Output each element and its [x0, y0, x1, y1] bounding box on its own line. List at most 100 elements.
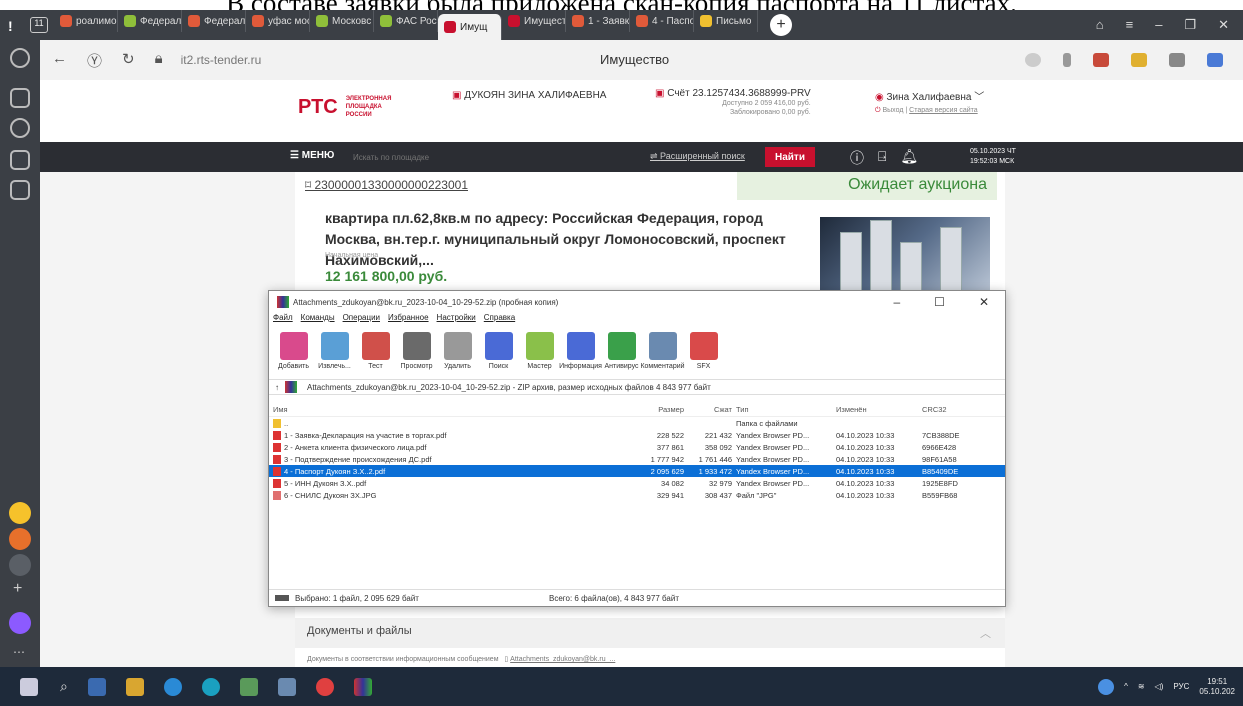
- winrar-menu-item[interactable]: Избранное: [388, 313, 429, 327]
- account-block[interactable]: ▣ Счёт 23.1257434.3688999-PRV Доступно 2…: [655, 88, 811, 117]
- close-button[interactable]: ✕: [1218, 17, 1229, 33]
- toolbar-button[interactable]: Мастер: [519, 327, 560, 370]
- tray-chevron-icon[interactable]: ^: [1124, 682, 1128, 691]
- mail-icon[interactable]: [9, 528, 31, 550]
- messenger-icon[interactable]: [9, 554, 31, 576]
- winrar-close-button[interactable]: ✕: [979, 295, 989, 309]
- menu-button[interactable]: ☰ МЕНЮ: [290, 150, 334, 161]
- documents-section[interactable]: Документы и файлы ︿: [295, 618, 1005, 648]
- history-icon[interactable]: [10, 48, 30, 68]
- tab-counter[interactable]: 11: [30, 17, 48, 33]
- calculator-icon[interactable]: [87, 677, 106, 696]
- user-block[interactable]: ◉ Зина Халифаевна ﹀ ⏻ Выход | Старая вер…: [875, 88, 984, 115]
- new-tab-button[interactable]: +: [770, 14, 792, 36]
- col-size[interactable]: Размер: [619, 405, 684, 414]
- attachment-link[interactable]: Attachments_zdukoyan@bk.ru_...: [510, 656, 615, 663]
- reader-icon[interactable]: [1025, 53, 1041, 67]
- org-name[interactable]: ▣ ДУКОЯН ЗИНА ХАЛИФАЕВНА: [452, 90, 606, 101]
- gallery-icon[interactable]: [10, 180, 30, 200]
- browser-logo-icon[interactable]: !: [8, 18, 22, 34]
- winrar-taskbar-icon[interactable]: [353, 677, 372, 696]
- menu-icon[interactable]: ≡: [1126, 17, 1134, 33]
- col-crc[interactable]: CRC32: [918, 405, 978, 414]
- maximize-button[interactable]: ❐: [1184, 17, 1196, 33]
- file-explorer-icon[interactable]: [125, 677, 144, 696]
- clock[interactable]: 19:51 05.10.202: [1199, 677, 1235, 697]
- toolbar-button[interactable]: Извлечь...: [314, 327, 355, 370]
- volume-icon[interactable]: ◁): [1155, 682, 1164, 691]
- winrar-menu-item[interactable]: Файл: [273, 313, 293, 327]
- up-arrow-icon[interactable]: ↑: [275, 383, 279, 392]
- download-icon[interactable]: [1207, 53, 1223, 67]
- pin-icon[interactable]: ⌂: [1096, 17, 1104, 33]
- browser-tab[interactable]: 1 - Заявк: [566, 10, 630, 32]
- more-icon[interactable]: ⋯: [13, 645, 25, 659]
- tabs-icon[interactable]: [10, 150, 30, 170]
- browser-tab[interactable]: уфас мос: [246, 10, 310, 32]
- table-row[interactable]: 4 - Паспорт Дукоян З.Х..2.pdf 2 095 629 …: [269, 465, 1005, 477]
- weather-icon[interactable]: [1098, 678, 1115, 695]
- language-indicator[interactable]: РУС: [1173, 682, 1189, 691]
- info-icon[interactable]: ⓘ: [850, 148, 864, 168]
- search-input[interactable]: [345, 147, 825, 167]
- lot-photo[interactable]: [820, 217, 990, 292]
- winrar-minimize-button[interactable]: –: [893, 295, 900, 309]
- paint-icon[interactable]: [277, 677, 296, 696]
- browser-tab[interactable]: роалимо: [54, 10, 118, 32]
- media-icon[interactable]: [10, 118, 30, 138]
- puzzle-icon[interactable]: [1169, 53, 1185, 67]
- table-row[interactable]: 5 - ИНН Дукоян З.Х..pdf 34 082 32 979 Ya…: [269, 477, 1005, 489]
- bell-icon[interactable]: 🔔︎: [900, 148, 918, 168]
- winrar-pathbar[interactable]: ↑ Attachments_zdukoyan@bk.ru_2023-10-04_…: [269, 379, 1005, 395]
- minimize-button[interactable]: –: [1155, 17, 1162, 33]
- col-modified[interactable]: Изменён: [832, 405, 918, 414]
- browser-tab[interactable]: Московс: [310, 10, 374, 32]
- winrar-menu-item[interactable]: Операции: [343, 313, 380, 327]
- toolbar-button[interactable]: Антивирус: [601, 327, 642, 370]
- reload-button[interactable]: ↻: [122, 50, 135, 71]
- lot-description[interactable]: квартира пл.62,8кв.м по адресу: Российск…: [325, 208, 815, 271]
- exit-icon[interactable]: ⍈: [878, 148, 886, 168]
- toolbar-button[interactable]: Тест: [355, 327, 396, 370]
- col-type[interactable]: Тип: [732, 405, 832, 414]
- browser-tab[interactable]: Федерал: [182, 10, 246, 32]
- rts-logo[interactable]: РТС ЭЛЕКТРОННАЯ ПЛОЩАДКА РОССИИ: [298, 95, 406, 119]
- winrar-menu-item[interactable]: Справка: [484, 313, 515, 327]
- search-icon[interactable]: ⌕: [60, 678, 68, 695]
- table-row[interactable]: 3 - Подтверждение происхождения ДС.pdf 1…: [269, 453, 1005, 465]
- battery-icon[interactable]: [1131, 53, 1147, 67]
- old-site-link[interactable]: Старая версия сайта: [909, 107, 978, 114]
- browser-tab[interactable]: Письмо: [694, 10, 758, 32]
- extension-icon[interactable]: [1093, 53, 1109, 67]
- table-row[interactable]: .. Папка с файлами: [269, 417, 1005, 429]
- browser-tab[interactable]: Федерал: [118, 10, 182, 32]
- url-field[interactable]: it2.rts-tender.ru: [181, 53, 262, 67]
- collections-icon[interactable]: [10, 88, 30, 108]
- toolbar-button[interactable]: Информация: [559, 327, 602, 370]
- toolbar-button[interactable]: Добавить: [273, 327, 314, 370]
- winrar-maximize-button[interactable]: ☐: [934, 295, 945, 309]
- alice-icon[interactable]: [9, 612, 31, 634]
- browser-tab[interactable]: Имущ: [438, 14, 502, 40]
- col-packed[interactable]: Сжат: [684, 405, 732, 414]
- winrar-menu-item[interactable]: Команды: [301, 313, 335, 327]
- table-row[interactable]: 2 - Анкета клиента физического лица.pdf …: [269, 441, 1005, 453]
- winrar-menu-item[interactable]: Настройки: [437, 313, 476, 327]
- toolbar-button[interactable]: Удалить: [437, 327, 478, 370]
- browser-tab[interactable]: Имущест: [502, 10, 566, 32]
- find-button[interactable]: Найти: [765, 147, 815, 167]
- back-button[interactable]: ←: [52, 50, 67, 71]
- logout-link[interactable]: Выход: [882, 107, 903, 114]
- network-icon[interactable]: ≋: [1138, 682, 1145, 691]
- col-name[interactable]: Имя: [269, 405, 619, 414]
- yandex-browser-icon[interactable]: [315, 677, 334, 696]
- app-icon[interactable]: [239, 677, 258, 696]
- edge-icon[interactable]: [163, 677, 182, 696]
- browser-tab[interactable]: ФАС Рос: [374, 10, 438, 32]
- start-button[interactable]: [20, 677, 38, 696]
- chrome-icon[interactable]: [201, 677, 220, 696]
- toolbar-button[interactable]: Просмотр: [396, 327, 437, 370]
- toolbar-button[interactable]: Комментарий: [640, 327, 685, 370]
- yandex-games-icon[interactable]: [9, 502, 31, 524]
- table-row[interactable]: 6 - СНИЛС Дукоян ЗХ.JPG 329 941 308 437 …: [269, 489, 1005, 501]
